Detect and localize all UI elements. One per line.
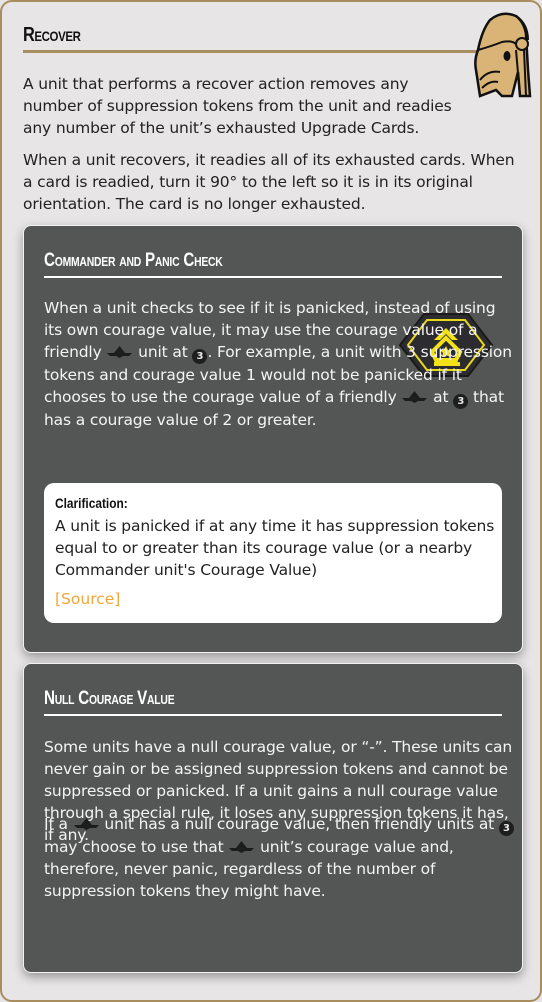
commander-panic-heading: Commander and Panic Check	[44, 250, 223, 271]
source-link[interactable]: [Source]	[55, 590, 120, 608]
commander-panic-heading-rule	[44, 276, 502, 278]
null-courage-heading-rule	[44, 714, 502, 716]
rules-panel: Recover A unit that performs a recover a…	[0, 0, 542, 1002]
recover-heading: Recover	[23, 24, 81, 46]
null-courage-card: Null Courage Value Some units have a nul…	[23, 663, 523, 973]
commander-panic-card: Commander and Panic Check When a unit ch…	[23, 225, 523, 653]
range-3-icon: 3	[192, 349, 208, 364]
battle-droid-icon	[474, 12, 532, 98]
commander-rank-icon	[73, 818, 99, 830]
range-3-icon: 3	[498, 821, 514, 836]
commander-rank-icon	[229, 841, 255, 853]
recover-paragraph-1: A unit that performs a recover action re…	[23, 75, 452, 137]
clarification-text: A unit is panicked if at any time it has…	[55, 517, 495, 579]
range-3-icon: 3	[453, 394, 469, 409]
commander-rank-icon	[402, 391, 428, 403]
text-segment: unit at	[133, 343, 193, 361]
text-segment: may choose to use that	[44, 838, 229, 856]
null-courage-heading: Null Courage Value	[44, 688, 175, 709]
text-segment: at	[428, 388, 454, 406]
clarification-heading: Clarification:	[55, 495, 128, 511]
commander-panic-text: When a unit checks to see if it is panic…	[44, 297, 514, 431]
recover-paragraph-2: When a unit recovers, it readies all of …	[23, 151, 515, 213]
clarification-box: Clarification: A unit is panicked if at …	[44, 483, 502, 623]
null-courage-paragraph-2: If a unit has a null courage value, then…	[44, 813, 514, 902]
text-segment: If a	[44, 815, 73, 833]
text-segment: unit has a null courage value, then frie…	[99, 815, 499, 833]
commander-rank-icon	[107, 346, 133, 358]
recover-heading-rule	[23, 50, 493, 53]
